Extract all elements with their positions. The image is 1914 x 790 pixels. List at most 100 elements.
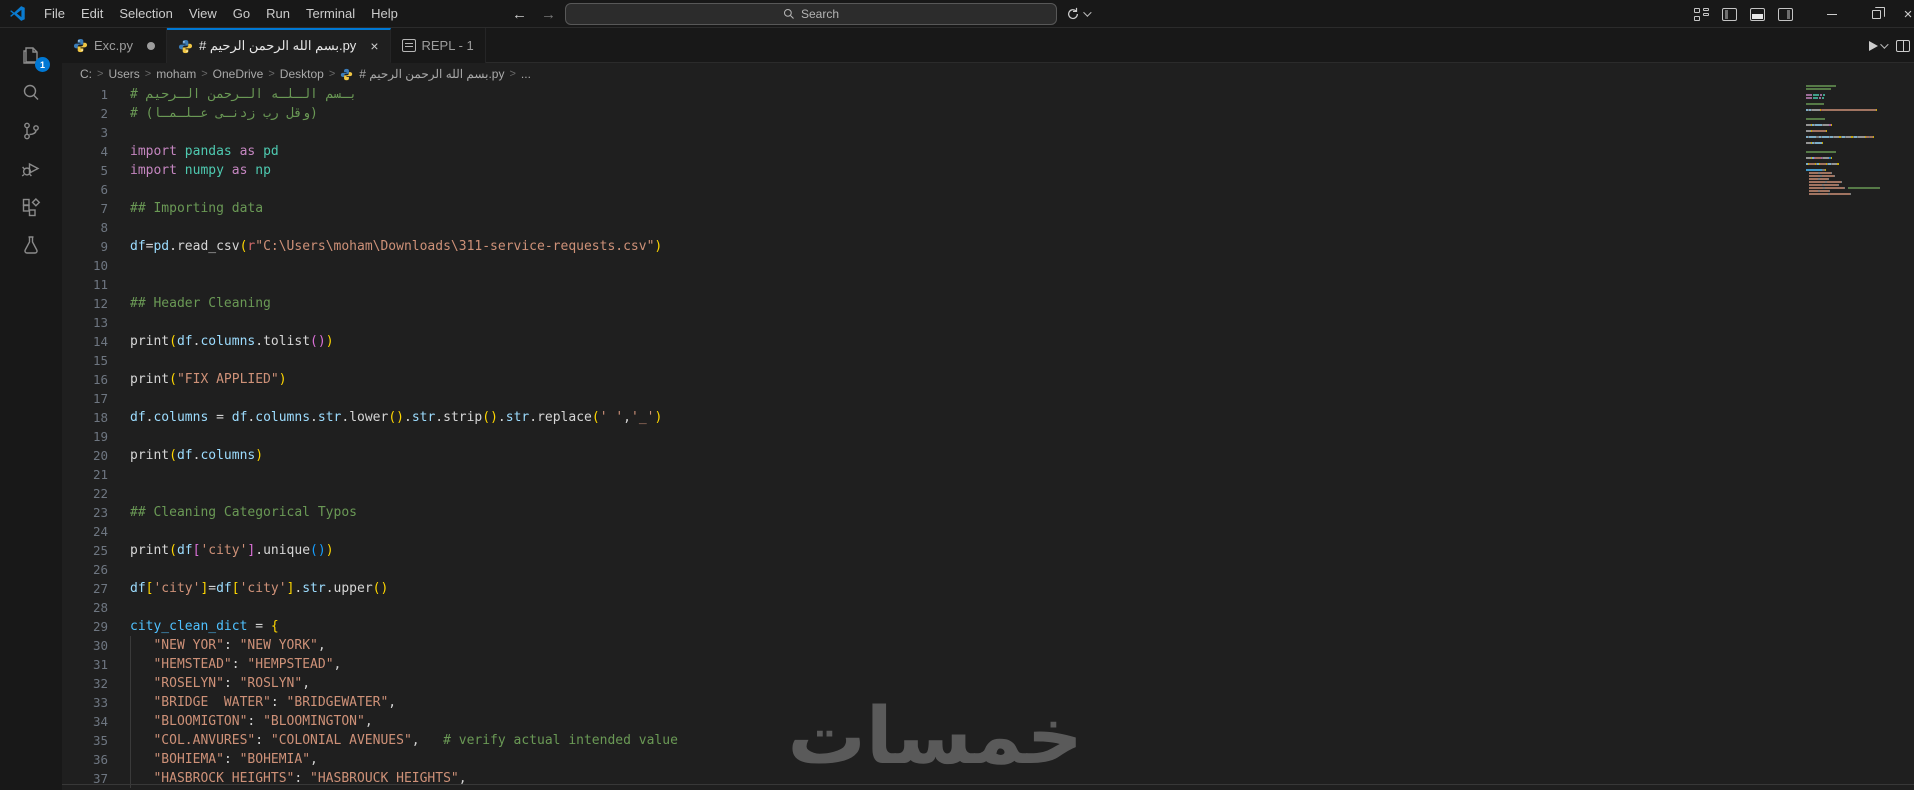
- code-line: 27 df['city']=df['city'].str.upper(): [62, 579, 1914, 598]
- menu-go[interactable]: Go: [225, 0, 258, 28]
- code-line: 10: [62, 256, 1914, 275]
- menu-bar: File Edit Selection View Go Run Terminal Help: [36, 0, 406, 28]
- code-content: "BOHIEMA": "BOHEMIA",: [108, 750, 318, 769]
- line-number: 34: [92, 714, 108, 729]
- line-number: 12: [92, 296, 108, 311]
- code-content: [108, 427, 130, 446]
- sidebar-item-search[interactable]: [0, 74, 62, 112]
- customize-layout-icon[interactable]: [1694, 7, 1709, 21]
- code-content: "NEW YOR": "NEW YORK",: [108, 636, 326, 655]
- toggle-primary-sidebar-icon[interactable]: [1722, 7, 1737, 21]
- close-tab-icon[interactable]: ×: [370, 39, 378, 53]
- tab-bismillah-py[interactable]: # بسم الله الرحمن الرحيم.py ×: [167, 28, 391, 63]
- tab-exc-py[interactable]: Exc.py: [62, 28, 168, 63]
- minimap[interactable]: [1806, 85, 1890, 445]
- sidebar-item-source-control[interactable]: [0, 112, 62, 150]
- line-number: 6: [100, 182, 108, 197]
- line-number: 13: [92, 315, 108, 330]
- menu-selection[interactable]: Selection: [111, 0, 180, 28]
- code-line: 15: [62, 351, 1914, 370]
- run-and-debug-icon: [21, 162, 40, 177]
- code-content: [108, 484, 130, 503]
- minimize-button[interactable]: [1810, 0, 1854, 28]
- sidebar-item-testing[interactable]: [0, 226, 62, 264]
- minimap-line: [1806, 88, 1831, 90]
- breadcrumb-item[interactable]: moham: [154, 67, 198, 81]
- breadcrumb-item[interactable]: # بسم الله الرحمن الرحيم.py: [357, 67, 506, 81]
- breadcrumb-separator: >: [201, 68, 208, 80]
- line-number: 11: [92, 277, 108, 292]
- line-number: 19: [92, 429, 108, 444]
- breadcrumb-item[interactable]: ...: [519, 67, 533, 81]
- code-content: [108, 275, 130, 294]
- breadcrumb-item[interactable]: Users: [106, 67, 141, 81]
- run-python-file-button[interactable]: [1869, 39, 1889, 51]
- line-number: 9: [100, 239, 108, 254]
- code-line: 1 # بـسم الـلـه الـرحمن الـرحيم: [62, 85, 1914, 104]
- code-lines: 1 # بـسم الـلـه الـرحمن الـرحيم 2 # (وقل رب…: [62, 85, 1914, 788]
- line-number: 14: [92, 334, 108, 349]
- close-button[interactable]: ×: [1898, 0, 1914, 28]
- menu-terminal[interactable]: Terminal: [298, 0, 363, 28]
- line-number: 26: [92, 562, 108, 577]
- minimap-line: [1806, 190, 1830, 192]
- code-line: 6: [62, 180, 1914, 199]
- editor-bottom-rule: [62, 784, 1914, 785]
- python-file-icon: [178, 39, 193, 53]
- code-content: [108, 465, 130, 484]
- line-number: 2: [100, 106, 108, 121]
- split-editor-icon[interactable]: [1896, 39, 1910, 52]
- source-control-branch-icon: [24, 122, 39, 140]
- line-number: 5: [100, 163, 108, 178]
- sidebar-item-explorer[interactable]: 1: [0, 36, 62, 74]
- sidebar-item-run-debug[interactable]: [0, 150, 62, 188]
- back-arrow-icon[interactable]: ←: [512, 6, 527, 23]
- menu-view[interactable]: View: [181, 0, 225, 28]
- sidebar-item-extensions[interactable]: [0, 188, 62, 226]
- code-editor[interactable]: 1 # بـسم الـلـه الـرحمن الـرحيم 2 # (وقل رب…: [62, 85, 1914, 790]
- line-number: 20: [92, 448, 108, 463]
- code-content: print(df['city'].unique()): [130, 543, 334, 558]
- code-line: 28: [62, 598, 1914, 617]
- code-content: [108, 180, 130, 199]
- line-number: 22: [92, 486, 108, 501]
- sync-indicator[interactable]: [1066, 0, 1092, 28]
- line-number: 18: [92, 410, 108, 425]
- minimap-line: [1806, 130, 1827, 132]
- layout-controls: [1694, 0, 1793, 28]
- search-icon: [23, 84, 39, 100]
- breadcrumb-item[interactable]: C:: [78, 67, 94, 81]
- unsaved-dot-icon[interactable]: [147, 41, 156, 50]
- minimap-line: [1806, 97, 1824, 99]
- code-content: ## Header Cleaning: [130, 296, 271, 311]
- menu-run[interactable]: Run: [258, 0, 298, 28]
- window-controls: ×: [1810, 0, 1914, 28]
- breadcrumb-item[interactable]: Desktop: [278, 67, 326, 81]
- minimap-line: [1806, 118, 1825, 120]
- code-line: 26: [62, 560, 1914, 579]
- line-number: 27: [92, 581, 108, 596]
- line-number: 15: [92, 353, 108, 368]
- minimap-line: [1806, 103, 1824, 105]
- command-center-search[interactable]: Search: [565, 3, 1057, 25]
- code-line: 12 ## Header Cleaning: [62, 294, 1914, 313]
- restore-button[interactable]: [1854, 0, 1898, 28]
- tab-repl-1[interactable]: REPL - 1: [390, 28, 486, 63]
- forward-arrow-icon[interactable]: →: [541, 6, 556, 23]
- toggle-panel-icon[interactable]: [1750, 7, 1765, 21]
- toggle-secondary-sidebar-icon[interactable]: [1778, 7, 1793, 21]
- code-line: 17: [62, 389, 1914, 408]
- menu-file[interactable]: File: [36, 0, 73, 28]
- code-content: print(df.columns.tolist()): [130, 334, 334, 349]
- breadcrumb-item[interactable]: OneDrive: [211, 67, 266, 81]
- extensions-icon: [22, 198, 41, 217]
- code-content: print("FIX APPLIED"): [130, 372, 287, 387]
- repl-window-icon: [401, 39, 416, 52]
- minimap-line: [1806, 157, 1832, 159]
- menu-edit[interactable]: Edit: [73, 0, 111, 28]
- code-content: "BRIDGE WATER": "BRIDGEWATER",: [108, 693, 396, 712]
- chevron-down-icon: [1083, 8, 1092, 17]
- menu-help[interactable]: Help: [363, 0, 406, 28]
- code-line: 11: [62, 275, 1914, 294]
- breadcrumb-separator: >: [328, 68, 336, 80]
